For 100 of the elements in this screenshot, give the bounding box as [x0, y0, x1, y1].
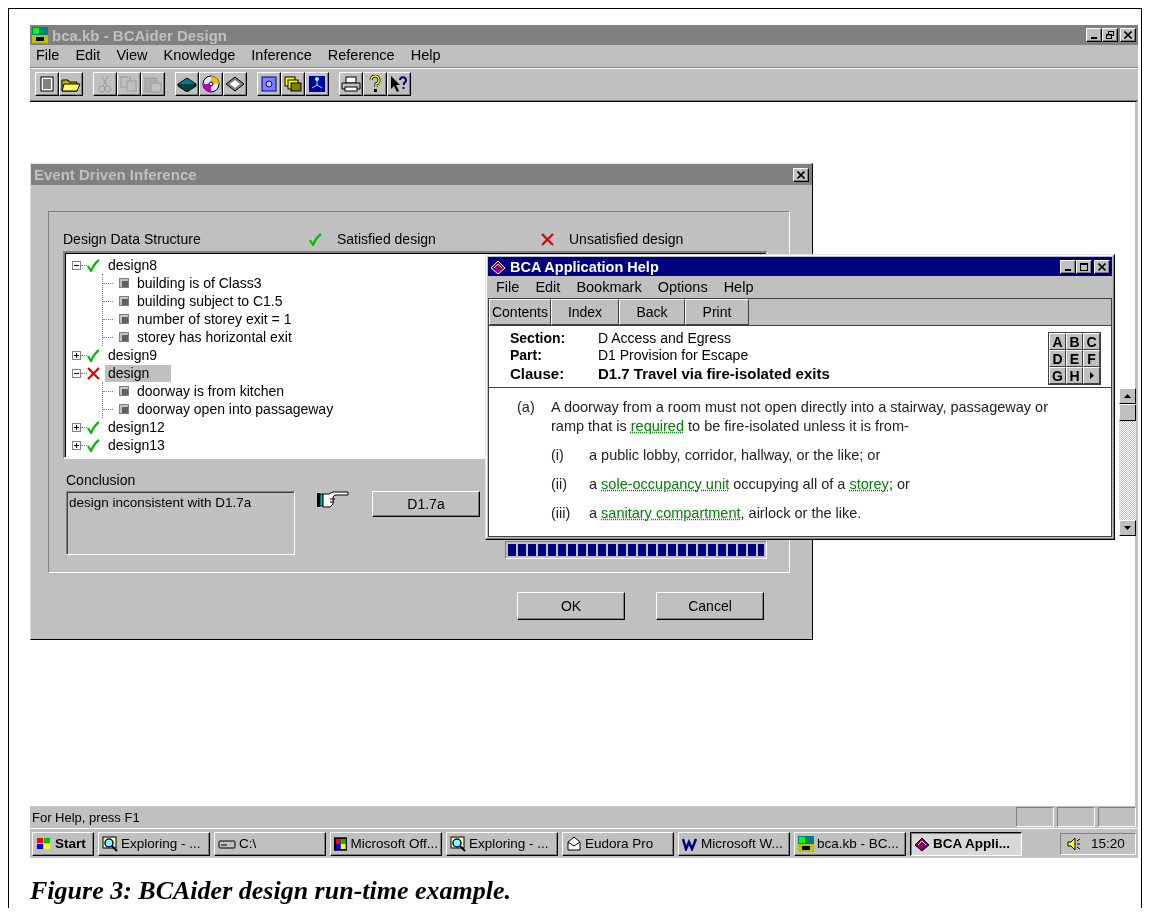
- maximize-icon: [1080, 262, 1088, 271]
- status-text: For Help, press F1: [32, 809, 141, 825]
- nav-button[interactable]: Contents: [489, 299, 551, 325]
- tree-leaf[interactable]: number of storey exit = 1: [137, 311, 292, 327]
- expand-icon[interactable]: [72, 350, 81, 360]
- down-arrow-icon[interactable]: [1124, 526, 1131, 530]
- close-icon: [1098, 262, 1106, 271]
- up-arrow-icon[interactable]: [1124, 394, 1131, 398]
- safe-icon: [261, 76, 277, 92]
- scrollbar[interactable]: [1119, 388, 1136, 536]
- expand-icon[interactable]: [72, 422, 81, 432]
- toolbar-button[interactable]: [387, 72, 411, 96]
- clause-marker: (a): [517, 398, 536, 417]
- collapse-icon[interactable]: [72, 368, 81, 378]
- taskbar-button[interactable]: C:\: [214, 831, 326, 856]
- conclusion-field[interactable]: design inconsistent with D1.7a: [66, 491, 295, 555]
- tree-leaf[interactable]: storey has horizontal exit: [137, 329, 292, 345]
- pointer-question-icon: [389, 75, 409, 93]
- menu-item[interactable]: Knowledge: [155, 47, 244, 63]
- restore-button[interactable]: [1102, 28, 1118, 42]
- right-arrow-icon: [1089, 372, 1094, 379]
- tree-node[interactable]: design9: [105, 346, 161, 364]
- menu-item[interactable]: Bookmark: [568, 278, 650, 295]
- menu-item[interactable]: View: [108, 47, 156, 63]
- glossary-link[interactable]: required: [630, 418, 684, 434]
- menu-item[interactable]: Inference: [243, 47, 320, 63]
- printer-icon: [341, 76, 361, 92]
- close-button[interactable]: [793, 167, 809, 182]
- drive-icon: [218, 837, 236, 850]
- index-letter-button[interactable]: G: [1049, 367, 1066, 384]
- expand-icon[interactable]: [72, 440, 81, 450]
- status-panel: [1016, 807, 1054, 827]
- tree-leaf[interactable]: doorway open into passageway: [137, 401, 334, 417]
- scroll-thumb[interactable]: [1119, 404, 1136, 421]
- menu-item[interactable]: Reference: [319, 47, 403, 63]
- menu-item[interactable]: Help: [715, 278, 762, 295]
- tree-node[interactable]: design13: [105, 436, 168, 454]
- index-letter-button[interactable]: C: [1083, 333, 1100, 350]
- tree-leaf[interactable]: doorway is from kitchen: [137, 383, 285, 399]
- index-letter-button[interactable]: D: [1049, 350, 1066, 367]
- toolbar-button[interactable]: [223, 72, 247, 96]
- clause-marker: (i): [551, 446, 565, 465]
- speaker-icon[interactable]: [1067, 836, 1081, 851]
- index-letter-button[interactable]: E: [1066, 350, 1083, 367]
- help-book-icon: [490, 258, 506, 275]
- toolbar-button[interactable]: [199, 72, 223, 96]
- glossary-link[interactable]: sole-occupancy unit: [601, 476, 730, 492]
- minimize-button[interactable]: [1086, 28, 1102, 42]
- scissors-icon: [98, 75, 112, 93]
- glossary-link[interactable]: storey: [849, 476, 889, 492]
- maximize-button[interactable]: [1076, 259, 1092, 274]
- reference-button[interactable]: D1.7a: [372, 491, 480, 517]
- index-letter-button[interactable]: B: [1066, 333, 1083, 350]
- collapse-icon[interactable]: [72, 260, 81, 270]
- clause-text: a sole-occupancy unit occupying all of a storey; or: [589, 475, 911, 494]
- toolbar-button[interactable]: [35, 72, 59, 96]
- dialog-button[interactable]: Cancel: [656, 592, 764, 620]
- toolbar-button[interactable]: [257, 72, 281, 96]
- taskbar-button[interactable]: bca.kb - BC...: [794, 831, 906, 856]
- tree-node[interactable]: design8: [105, 256, 161, 274]
- minimize-button[interactable]: [1060, 259, 1076, 274]
- menu-item[interactable]: File: [488, 278, 528, 295]
- toolbar-button[interactable]: [175, 72, 199, 96]
- tree-node[interactable]: design12: [105, 418, 168, 436]
- taskbar-button[interactable]: Microsoft W...: [678, 831, 790, 856]
- toolbar-button[interactable]: [281, 72, 305, 96]
- nav-button[interactable]: Index: [551, 299, 619, 325]
- close-button[interactable]: [1120, 28, 1136, 42]
- taskbar-button[interactable]: Eudora Pro: [562, 831, 674, 856]
- toolbar-button[interactable]: [59, 72, 83, 96]
- restore-icon: [1106, 31, 1114, 39]
- toolbar-button[interactable]: [305, 72, 329, 96]
- taskbar-button[interactable]: BCA Appli...: [910, 831, 1022, 856]
- menu-item[interactable]: Options: [649, 278, 716, 295]
- pointing-hand-icon: [316, 491, 350, 509]
- toolbar-button[interactable]: [363, 72, 387, 96]
- taskbar-button[interactable]: Microsoft Off...: [330, 831, 442, 856]
- start-button[interactable]: Start: [32, 831, 94, 856]
- index-letter-button[interactable]: H: [1066, 367, 1083, 384]
- nav-button[interactable]: Print: [685, 299, 749, 325]
- index-letter-button[interactable]: F: [1083, 350, 1100, 367]
- close-icon: [797, 170, 805, 179]
- glossary-link[interactable]: sanitary compartment: [601, 505, 741, 521]
- index-letter-button[interactable]: A: [1049, 333, 1066, 350]
- menu-item[interactable]: Edit: [527, 278, 569, 295]
- dialog-button[interactable]: OK: [517, 592, 625, 620]
- nav-button[interactable]: Back: [619, 299, 685, 325]
- clock: 15:20: [1091, 836, 1125, 851]
- toolbar-button[interactable]: [339, 72, 363, 96]
- tree-leaf[interactable]: building is of Class3: [137, 275, 262, 291]
- taskbar-button[interactable]: Exploring - ...: [98, 831, 210, 856]
- menu-item[interactable]: Edit: [67, 47, 109, 63]
- tree-leaf[interactable]: building subject to C1.5: [137, 293, 283, 309]
- menu-item[interactable]: File: [30, 47, 68, 63]
- menu-item[interactable]: Help: [402, 47, 449, 63]
- more-letters-button[interactable]: [1083, 367, 1100, 384]
- clause-marker: (ii): [551, 475, 569, 494]
- tree-node[interactable]: design: [105, 364, 172, 382]
- close-button[interactable]: [1094, 259, 1110, 274]
- taskbar-button[interactable]: Exploring - ...: [446, 831, 558, 856]
